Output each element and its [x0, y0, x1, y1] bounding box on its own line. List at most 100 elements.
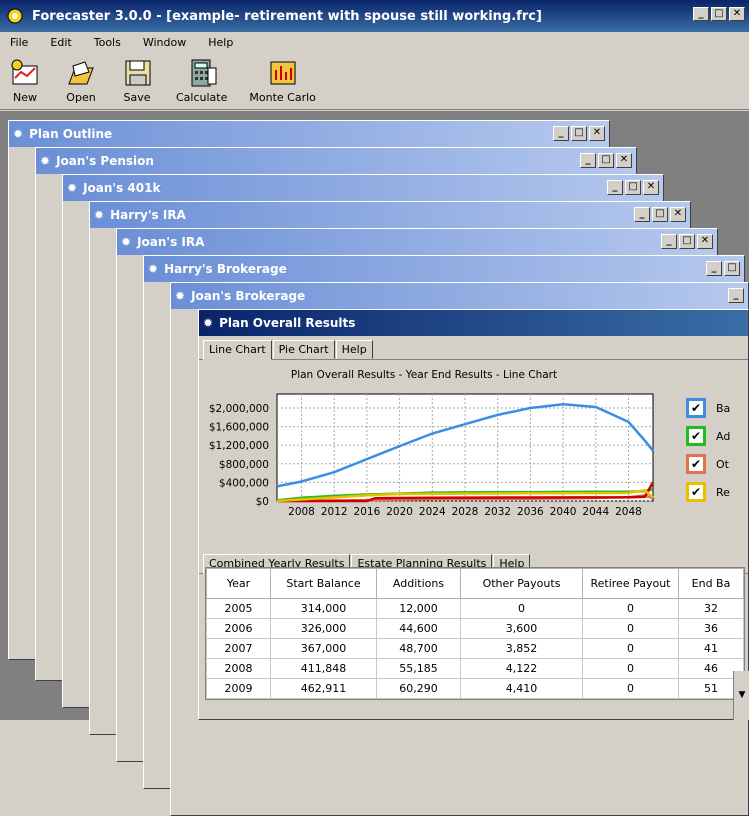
line-chart: Plan Overall Results - Year End Results …: [209, 369, 655, 518]
table-row[interactable]: 2006 326,000 44,600 3,600 0 36: [206, 618, 744, 639]
table-row[interactable]: 2007 367,000 48,700 3,852 0 41: [206, 638, 744, 659]
minimize-button[interactable]: _: [634, 207, 650, 222]
menu-tools[interactable]: Tools: [94, 36, 121, 49]
save-button[interactable]: Save: [120, 52, 154, 109]
minimize-button[interactable]: _: [693, 7, 709, 21]
close-button[interactable]: ✕: [643, 180, 659, 195]
menu-help[interactable]: Help: [208, 36, 233, 49]
tab-line-chart[interactable]: Line Chart: [203, 340, 272, 360]
results-table: Year Start Balance Additions Other Payou…: [205, 567, 745, 700]
menu-edit[interactable]: Edit: [50, 36, 71, 49]
window-title: Joan's Pension: [56, 154, 154, 168]
col-year[interactable]: Year: [206, 568, 271, 599]
table-cell: 3,852: [460, 638, 583, 659]
checkbox-icon[interactable]: ✔: [686, 398, 706, 418]
minimize-button[interactable]: _: [706, 261, 722, 276]
minimize-button[interactable]: _: [661, 234, 677, 249]
window-plan-overall-results[interactable]: ✹ Plan Overall Results Line Chart Pie Cha…: [198, 309, 749, 720]
table-cell: 55,185: [376, 658, 461, 679]
table-cell: 4,410: [460, 678, 583, 699]
maximize-button[interactable]: □: [724, 261, 740, 276]
maximize-button[interactable]: □: [679, 234, 695, 249]
table-cell: 326,000: [270, 618, 377, 639]
new-plan-icon: [8, 57, 42, 89]
col-end-balance[interactable]: End Ba: [678, 568, 744, 599]
menu-file[interactable]: File: [10, 36, 28, 49]
gear-icon: ✹: [13, 127, 24, 141]
x-tick-label: 2008: [288, 506, 315, 518]
table-cell: 0: [582, 618, 679, 639]
x-tick-label: 2028: [452, 506, 479, 518]
x-tick-label: 2036: [517, 506, 544, 518]
gear-icon: ✹: [175, 289, 186, 303]
table-cell: 0: [460, 598, 583, 619]
tab-help[interactable]: Help: [335, 340, 373, 359]
gear-icon: ✹: [94, 208, 105, 222]
table-cell: 48,700: [376, 638, 461, 659]
mdi-workspace: ✹ Plan Outline _ □ ✕ ✹ Joan's Pension _ □ ✕ ✹ J…: [0, 111, 749, 816]
table-row[interactable]: 2008 411,848 55,185 4,122 0 46: [206, 658, 744, 679]
y-tick-label: $2,000,000: [209, 403, 269, 415]
vertical-scrollbar[interactable]: ▼: [733, 671, 749, 720]
y-tick-label: $1,200,000: [209, 440, 269, 452]
close-button[interactable]: ✕: [729, 7, 745, 21]
minimize-button[interactable]: _: [580, 153, 596, 168]
col-additions[interactable]: Additions: [376, 568, 461, 599]
minimize-button[interactable]: _: [607, 180, 623, 195]
app-title-bar[interactable]: Forecaster 3.0.0 - [example- retirement …: [0, 0, 749, 32]
close-button[interactable]: ✕: [670, 207, 686, 222]
table-row[interactable]: 2005 314,000 12,000 0 0 32: [206, 598, 744, 619]
x-tick-label: 2048: [615, 506, 642, 518]
maximize-button[interactable]: □: [598, 153, 614, 168]
checkbox-icon[interactable]: ✔: [686, 426, 706, 446]
table-cell: 4,122: [460, 658, 583, 679]
close-button[interactable]: ✕: [697, 234, 713, 249]
open-button[interactable]: Open: [64, 52, 98, 109]
maximize-button[interactable]: □: [711, 7, 727, 21]
col-start-balance[interactable]: Start Balance: [270, 568, 377, 599]
maximize-button[interactable]: □: [625, 180, 641, 195]
table-cell: 0: [582, 638, 679, 659]
legend-item[interactable]: ✔ Ba: [686, 394, 730, 422]
window-title: Plan Overall Results: [219, 316, 356, 330]
table-cell: 314,000: [270, 598, 377, 619]
table-cell: 12,000: [376, 598, 461, 619]
gear-icon: ✹: [40, 154, 51, 168]
x-tick-label: 2040: [550, 506, 577, 518]
legend-item[interactable]: ✔ Ot: [686, 450, 730, 478]
calculate-button[interactable]: Calculate: [176, 52, 227, 109]
col-retiree-payout[interactable]: Retiree Payout: [582, 568, 679, 599]
maximize-button[interactable]: □: [652, 207, 668, 222]
menu-window[interactable]: Window: [143, 36, 186, 49]
tab-pie-chart[interactable]: Pie Chart: [272, 340, 335, 359]
table-cell: 44,600: [376, 618, 461, 639]
close-button[interactable]: ✕: [589, 126, 605, 141]
table-cell: 0: [582, 598, 679, 619]
y-tick-label: $1,600,000: [209, 422, 269, 434]
y-tick-label: $400,000: [219, 477, 269, 489]
x-tick-label: 2032: [484, 506, 511, 518]
x-tick-label: 2020: [386, 506, 413, 518]
table-cell: 32: [678, 598, 744, 619]
legend-item[interactable]: ✔ Re: [686, 478, 730, 506]
x-tick-label: 2024: [419, 506, 446, 518]
table-cell: 462,911: [270, 678, 377, 699]
gear-icon: ✹: [148, 262, 159, 276]
minimize-button[interactable]: _: [553, 126, 569, 141]
col-other-payouts[interactable]: Other Payouts: [460, 568, 583, 599]
monte-carlo-icon: [266, 57, 300, 89]
checkbox-icon[interactable]: ✔: [686, 454, 706, 474]
maximize-button[interactable]: □: [571, 126, 587, 141]
monte-carlo-button[interactable]: Monte Carlo: [249, 52, 316, 109]
save-disk-icon: [120, 57, 154, 89]
minimize-button[interactable]: _: [728, 288, 744, 303]
scroll-down-arrow-icon[interactable]: ▼: [734, 690, 749, 700]
checkbox-icon[interactable]: ✔: [686, 482, 706, 502]
window-title: Joan's 401k: [83, 181, 161, 195]
new-button[interactable]: New: [8, 52, 42, 109]
legend-item[interactable]: ✔ Ad: [686, 422, 730, 450]
window-title: Joan's IRA: [137, 235, 205, 249]
window-title: Harry's IRA: [110, 208, 186, 222]
table-row[interactable]: 2009 462,911 60,290 4,410 0 51: [206, 678, 744, 699]
close-button[interactable]: ✕: [616, 153, 632, 168]
